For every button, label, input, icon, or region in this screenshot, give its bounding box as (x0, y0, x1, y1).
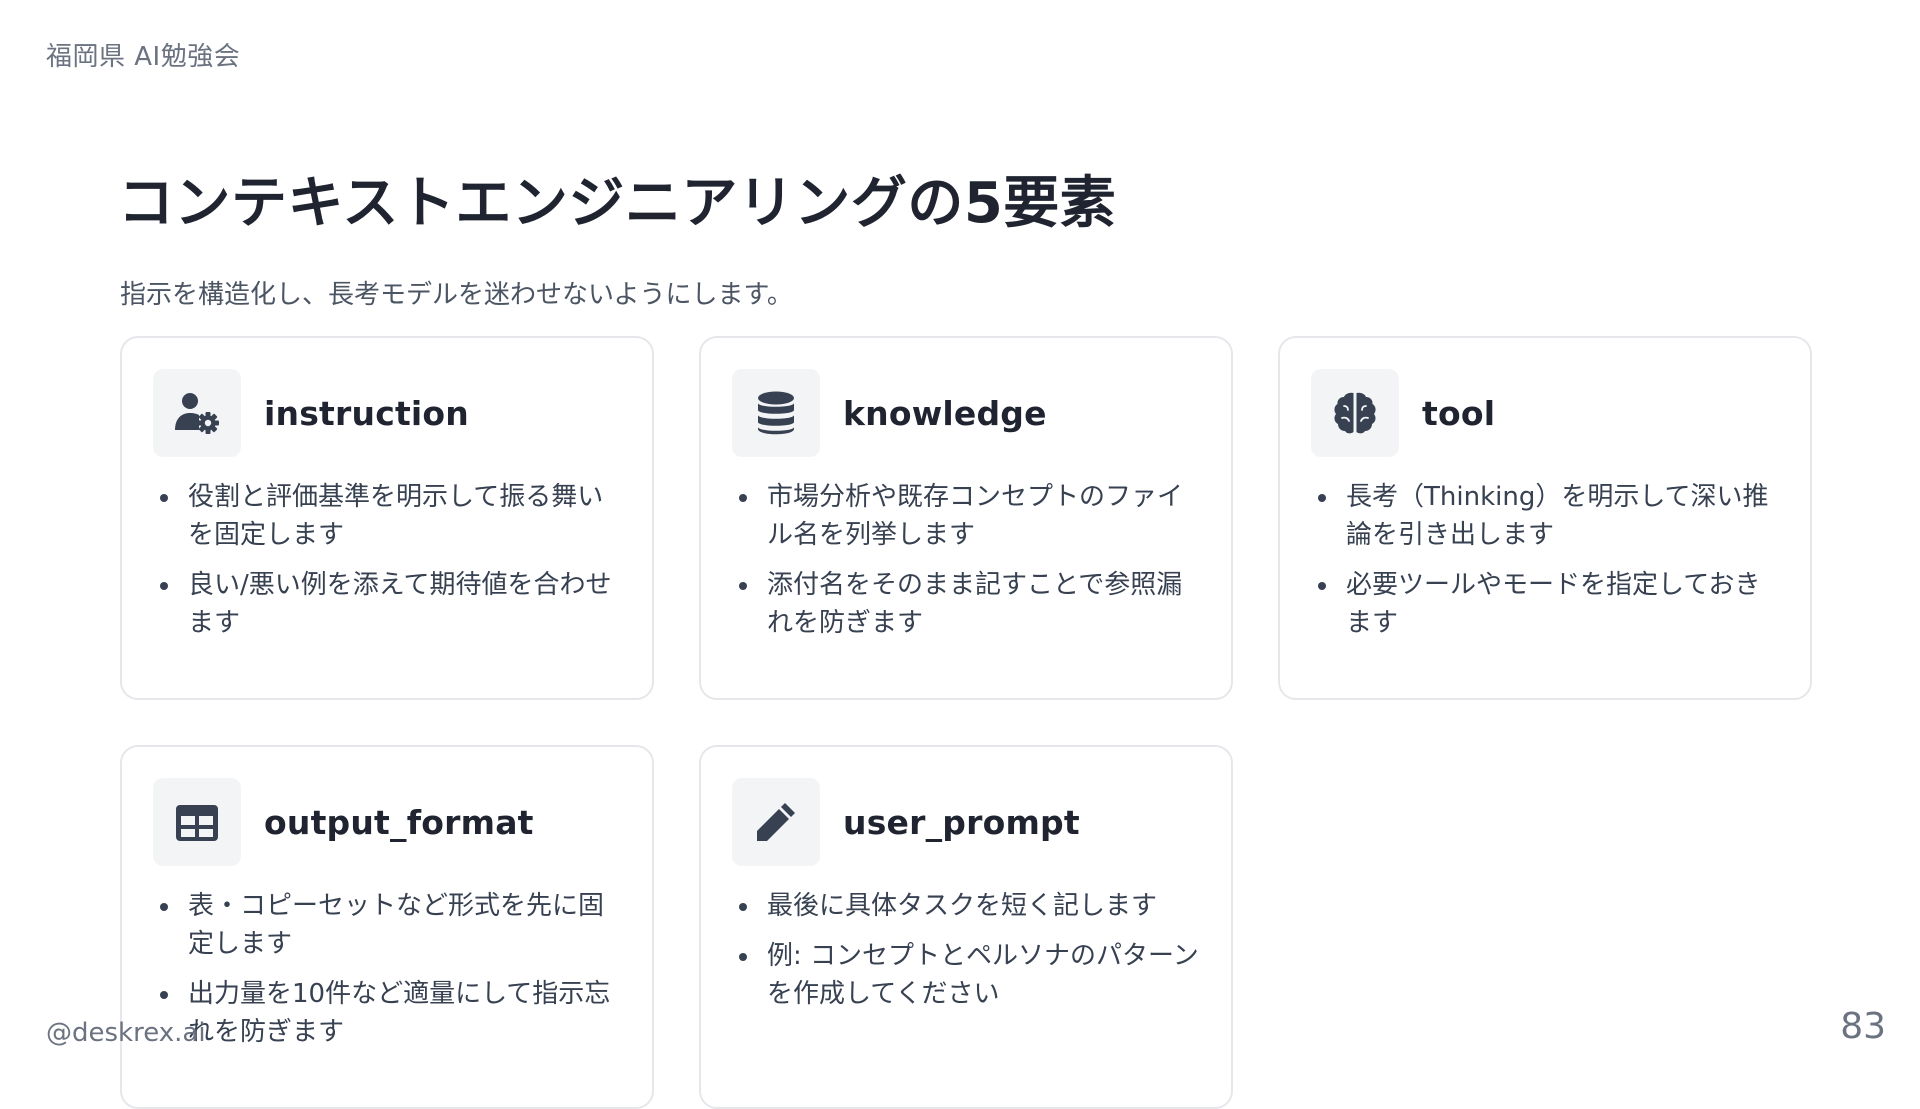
list-item: 長考（Thinking）を明示して深い推論を引き出します (1312, 478, 1782, 554)
list-item: 例: コンセプトとペルソナのパターンを作成してください (733, 937, 1203, 1013)
table-icon (153, 778, 241, 866)
list-item: 市場分析や既存コンセプトのファイル名を列挙します (733, 478, 1203, 554)
card-title: user_prompt (843, 803, 1080, 842)
list-item: 良い/悪い例を添えて期待値を合わせます (154, 566, 624, 642)
card-title: output_format (264, 803, 534, 842)
footer-handle: @deskrex.ai (46, 1018, 206, 1048)
database-icon (732, 369, 820, 457)
card-title: tool (1422, 394, 1496, 433)
page-title: コンテキストエンジニアリングの5要素 (118, 171, 1117, 236)
pencil-icon (732, 778, 820, 866)
card-bullet-list: 表・コピーセットなど形式を先に固定します 出力量を10件など適量にして指示忘れを… (154, 887, 624, 1063)
card-instruction: instruction 役割と評価基準を明示して振る舞いを固定します 良い/悪い… (120, 336, 654, 700)
card-title: knowledge (843, 394, 1047, 433)
card-title: instruction (264, 394, 470, 433)
header-org: 福岡県 AI勉強会 (46, 42, 241, 72)
list-item: 表・コピーセットなど形式を先に固定します (154, 887, 624, 963)
list-item: 役割と評価基準を明示して振る舞いを固定します (154, 478, 624, 554)
user-gear-icon (153, 369, 241, 457)
list-item: 必要ツールやモードを指定しておきます (1312, 566, 1782, 642)
card-bullet-list: 役割と評価基準を明示して振る舞いを固定します 良い/悪い例を添えて期待値を合わせ… (154, 478, 624, 654)
list-item: 出力量を10件など適量にして指示忘れを防ぎます (154, 975, 624, 1051)
page-number: 83 (1840, 1006, 1886, 1047)
page-subtitle: 指示を構造化し、長考モデルを迷わせないようにします。 (120, 280, 793, 310)
list-item: 最後に具体タスクを短く記します (733, 887, 1203, 925)
card-bullet-list: 最後に具体タスクを短く記します 例: コンセプトとペルソナのパターンを作成してく… (733, 887, 1203, 1025)
card-output-format: output_format 表・コピーセットなど形式を先に固定します 出力量を1… (120, 745, 654, 1109)
card-bullet-list: 市場分析や既存コンセプトのファイル名を列挙します 添付名をそのまま記すことで参照… (733, 478, 1203, 654)
card-bullet-list: 長考（Thinking）を明示して深い推論を引き出します 必要ツールやモードを指… (1312, 478, 1782, 654)
list-item: 添付名をそのまま記すことで参照漏れを防ぎます (733, 566, 1203, 642)
card-knowledge: knowledge 市場分析や既存コンセプトのファイル名を列挙します 添付名をそ… (699, 336, 1233, 700)
card-tool: tool 長考（Thinking）を明示して深い推論を引き出します 必要ツールや… (1278, 336, 1812, 700)
card-user-prompt: user_prompt 最後に具体タスクを短く記します 例: コンセプトとペルソ… (699, 745, 1233, 1109)
brain-icon (1311, 369, 1399, 457)
